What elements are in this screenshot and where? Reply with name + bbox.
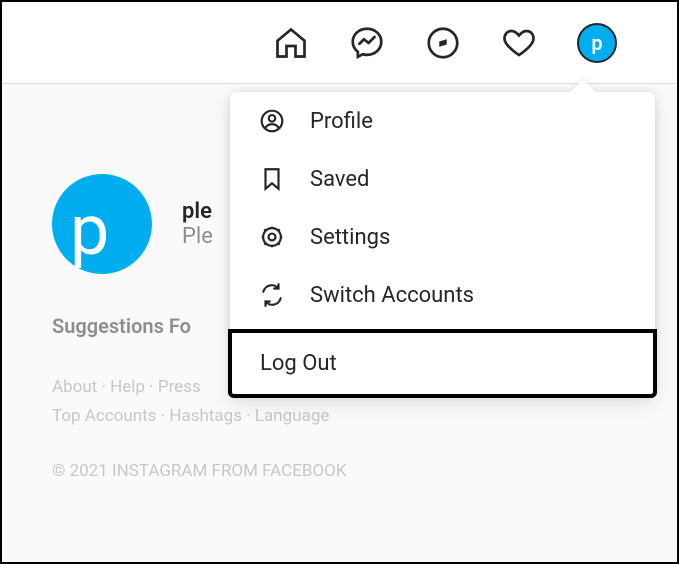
profile-displayname: Ple (182, 224, 213, 249)
menu-item-settings[interactable]: Settings (230, 208, 655, 266)
menu-item-profile[interactable]: Profile (230, 92, 655, 150)
menu-item-label: Log Out (260, 351, 337, 376)
avatar-large-letter: p (70, 196, 109, 266)
menu-item-label: Settings (310, 225, 390, 250)
footer-link-help[interactable]: Help (110, 377, 145, 397)
heart-icon[interactable] (501, 25, 537, 61)
gear-icon (258, 224, 286, 250)
messenger-icon[interactable] (349, 25, 385, 61)
menu-item-saved[interactable]: Saved (230, 150, 655, 208)
profile-avatar-button[interactable]: p (577, 23, 617, 63)
copyright-text: © 2021 Instagram from Facebook (52, 461, 677, 481)
footer-link-hashtags[interactable]: Hashtags (169, 406, 242, 426)
profile-username[interactable]: ple (182, 199, 213, 224)
profile-text: ple Ple (182, 199, 213, 249)
avatar-letter: p (591, 31, 602, 55)
menu-item-label: Saved (310, 167, 369, 192)
home-icon[interactable] (273, 25, 309, 61)
profile-icon (258, 108, 286, 134)
menu-item-logout[interactable]: Log Out (228, 329, 657, 398)
menu-item-switch-accounts[interactable]: Switch Accounts (230, 266, 655, 324)
footer-link-top-accounts[interactable]: Top Accounts (52, 406, 156, 426)
footer-link-language[interactable]: Language (255, 406, 330, 426)
footer-link-about[interactable]: About (52, 377, 97, 397)
profile-avatar-large[interactable]: p (52, 174, 152, 274)
footer-link-press[interactable]: Press (158, 377, 201, 397)
footer-row-2: Top Accounts · Hashtags · Language (52, 402, 412, 431)
menu-item-label: Profile (310, 109, 373, 134)
bookmark-icon (258, 166, 286, 192)
switch-icon (258, 282, 286, 308)
profile-dropdown-menu: Profile Saved Settings Swi (230, 92, 655, 396)
explore-icon[interactable] (425, 25, 461, 61)
menu-item-label: Switch Accounts (310, 283, 474, 308)
top-navigation: p (2, 2, 677, 84)
